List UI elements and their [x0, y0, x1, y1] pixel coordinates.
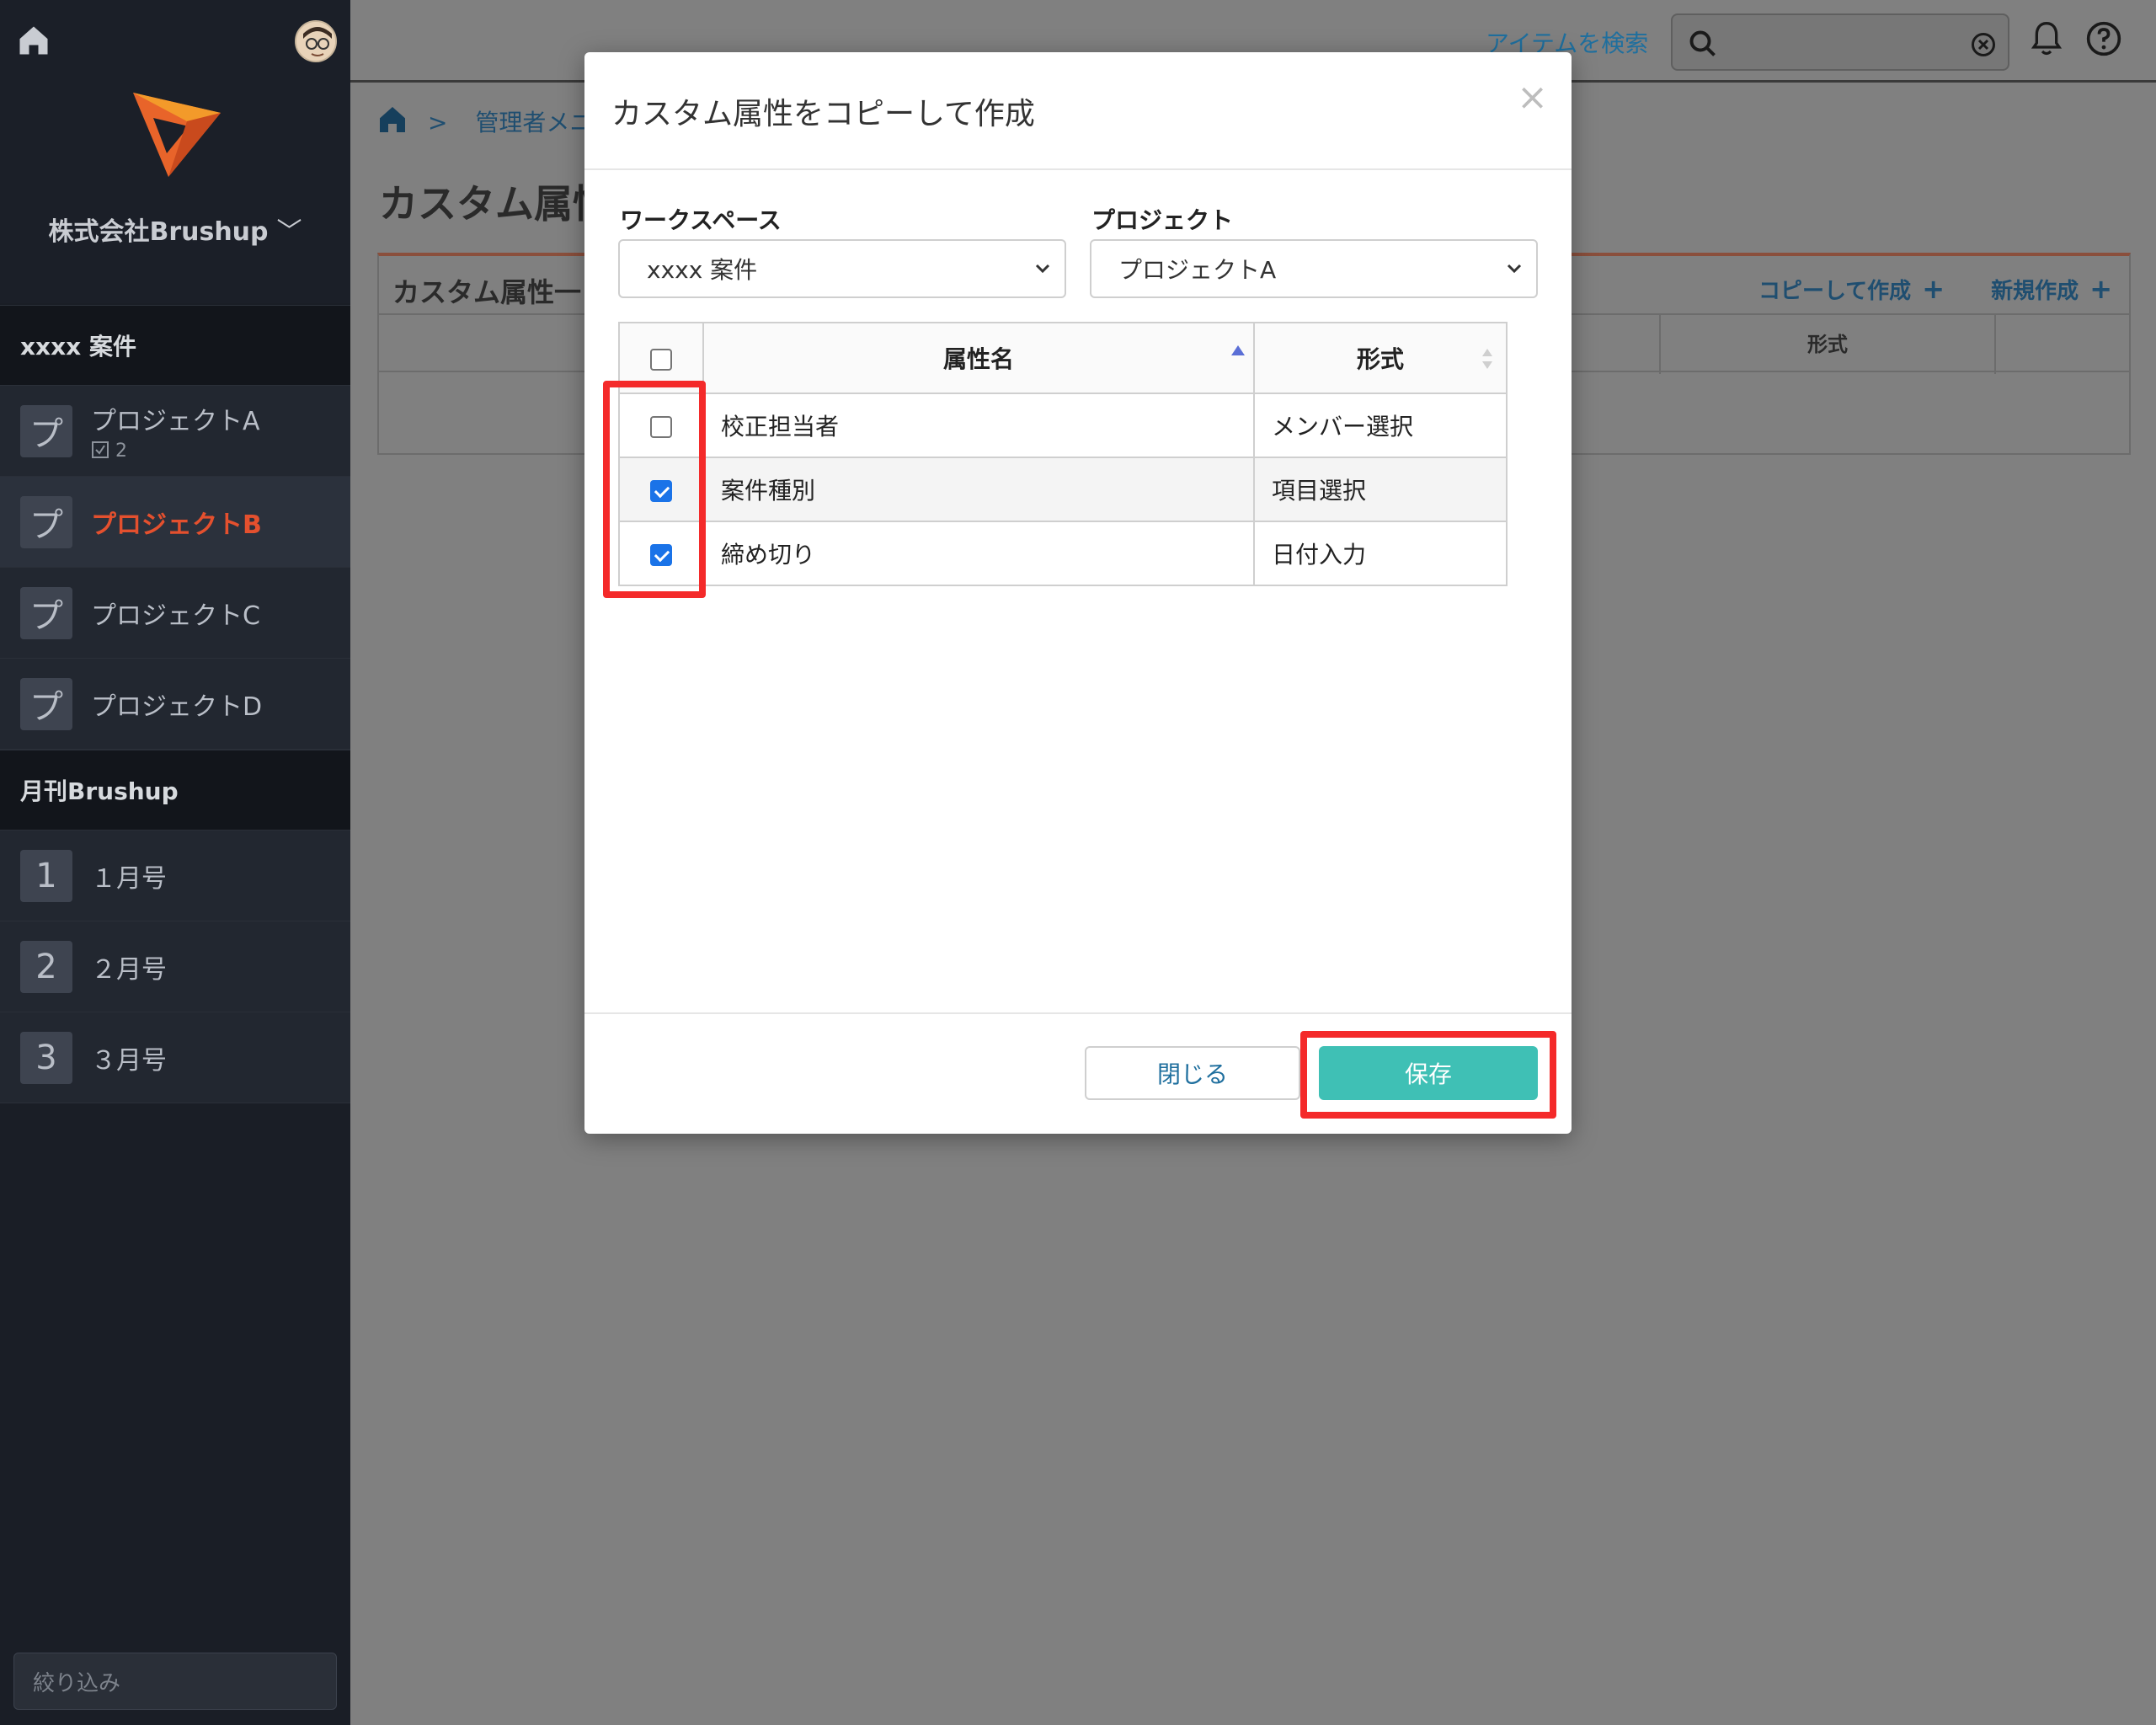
filter-input[interactable]: 絞り込み [13, 1653, 337, 1710]
company-selector[interactable]: 株式会社Brushup ﹀ [0, 211, 350, 248]
project-label: プロジェクト [1091, 206, 1234, 234]
close-button[interactable]: 閉じる [1085, 1046, 1300, 1100]
sidebar-item-label: プロジェクトB [91, 510, 262, 540]
clear-icon[interactable] [1971, 32, 1996, 57]
sidebar: 株式会社Brushup ﹀ xxxx 案件 プ プロジェクトA 2 プ プロジェク… [0, 0, 350, 1725]
sidebar-item-issue-1[interactable]: 1 １月号 [0, 830, 350, 921]
workspace-name: xxxx 案件 [20, 333, 136, 360]
column-header-name[interactable]: 属性名 [702, 322, 1255, 394]
attribute-table: 属性名 形式 校正担当者 メンバー選択 案件種別 項目選択 締め切り 日付入力 [618, 322, 1508, 586]
panel-actions: コピーして作成 + 新規作成 + [1720, 273, 2112, 305]
sidebar-item-issue-3[interactable]: 3 ３月号 [0, 1012, 350, 1103]
copy-create-link[interactable]: コピーして作成 + [1758, 273, 1945, 305]
task-count-value: 2 [115, 441, 127, 462]
project-select-value: プロジェクトA [1118, 256, 1277, 284]
sidebar-item-label: プロジェクトC [91, 601, 260, 631]
sidebar-item-project-c[interactable]: プ プロジェクトC [0, 568, 350, 659]
sidebar-item-label: ３月号 [91, 1045, 167, 1076]
project-badge: プ [20, 586, 72, 639]
avatar-face-icon [296, 22, 335, 61]
search-input[interactable] [1671, 13, 2009, 71]
chevron-down-icon [1035, 264, 1050, 274]
attribute-format-cell: メンバー選択 [1253, 393, 1508, 458]
attribute-format-cell: 日付入力 [1253, 521, 1508, 586]
panel-title: カスタム属性一 [392, 276, 582, 308]
project-select[interactable]: プロジェクトA [1090, 239, 1538, 298]
sidebar-header: 株式会社Brushup ﹀ [0, 0, 350, 303]
table-row: 締め切り 日付入力 [618, 521, 1508, 586]
workspace-name: 月刊Brushup [20, 777, 179, 805]
page-title: カスタム属性 [379, 181, 611, 227]
chevron-down-icon: ﹀ [276, 217, 302, 247]
filter-placeholder: 絞り込み [33, 1670, 121, 1696]
company-name: 株式会社Brushup [48, 217, 269, 247]
column-header-name-label: 属性名 [942, 345, 1014, 373]
sidebar-item-project-d[interactable]: プ プロジェクトD [0, 659, 350, 750]
table-row: 案件種別 項目選択 [618, 457, 1508, 522]
dialog-header: カスタム属性をコピーして作成 × [584, 52, 1572, 170]
dialog-footer-divider [584, 1012, 1572, 1014]
close-icon[interactable]: × [1517, 76, 1548, 119]
workspace-label: ワークスペース [620, 206, 782, 234]
home-icon[interactable] [15, 22, 52, 59]
highlight-save-button [1300, 1031, 1556, 1119]
column-header-format-label: 形式 [1356, 345, 1404, 373]
column-header-format[interactable]: 形式 [1253, 322, 1508, 394]
plus-icon: + [2089, 273, 2112, 305]
breadcrumb-separator: > [428, 109, 448, 136]
sidebar-item-label: １月号 [91, 863, 167, 894]
sidebar-item-issue-2[interactable]: 2 ２月号 [0, 921, 350, 1012]
attribute-format-cell: 項目選択 [1253, 457, 1508, 522]
attribute-name-cell: 案件種別 [702, 457, 1255, 522]
search-icon [1689, 30, 1716, 56]
sidebar-item-label: プロジェクトD [91, 692, 263, 722]
sidebar-item-label: ２月号 [91, 954, 167, 985]
project-badge: 3 [20, 1031, 72, 1084]
plus-icon: + [1922, 273, 1945, 305]
brushup-logo-icon [133, 93, 221, 177]
workspace-header[interactable]: 月刊Brushup [0, 750, 350, 830]
sidebar-item-project-a[interactable]: プ プロジェクトA 2 [0, 386, 350, 477]
new-create-link[interactable]: 新規作成 + [1991, 273, 2112, 305]
attribute-name-cell: 締め切り [702, 521, 1255, 586]
chevron-down-icon [1507, 264, 1522, 274]
bell-icon[interactable] [2030, 19, 2063, 59]
copy-create-label: コピーして作成 [1758, 279, 1912, 304]
workspace-select-value: xxxx 案件 [647, 256, 758, 284]
copy-create-dialog: カスタム属性をコピーして作成 × ワークスペース xxxx 案件 プロジェクト … [584, 52, 1572, 1134]
table-header-row: 属性名 形式 [618, 322, 1508, 394]
new-create-label: 新規作成 [1991, 279, 2079, 304]
sort-asc-icon [1231, 345, 1245, 355]
project-badge: プ [20, 677, 72, 730]
dialog-title: カスタム属性をコピーして作成 [611, 97, 1035, 131]
workspace-select[interactable]: xxxx 案件 [618, 239, 1066, 298]
sort-icon [1482, 349, 1492, 369]
task-count: 2 [91, 441, 260, 462]
project-badge: 2 [20, 940, 72, 993]
user-avatar[interactable] [295, 20, 337, 62]
breadcrumb-home-icon[interactable] [376, 103, 409, 136]
attribute-name-cell: 校正担当者 [702, 393, 1255, 458]
checkbox-icon [92, 441, 109, 458]
project-badge: プ [20, 404, 72, 457]
select-all-checkbox[interactable] [650, 348, 672, 371]
project-badge: 1 [20, 849, 72, 902]
workspace-header[interactable]: xxxx 案件 [0, 305, 350, 386]
sidebar-item-project-b[interactable]: プ プロジェクトB [0, 477, 350, 568]
table-row: 校正担当者 メンバー選択 [618, 393, 1508, 458]
column-header-format[interactable]: 形式 [1659, 315, 1996, 374]
help-icon[interactable] [2085, 20, 2122, 57]
sidebar-item-label: プロジェクトA [91, 407, 260, 436]
project-badge: プ [20, 495, 72, 548]
highlight-checkbox-column [603, 381, 706, 598]
